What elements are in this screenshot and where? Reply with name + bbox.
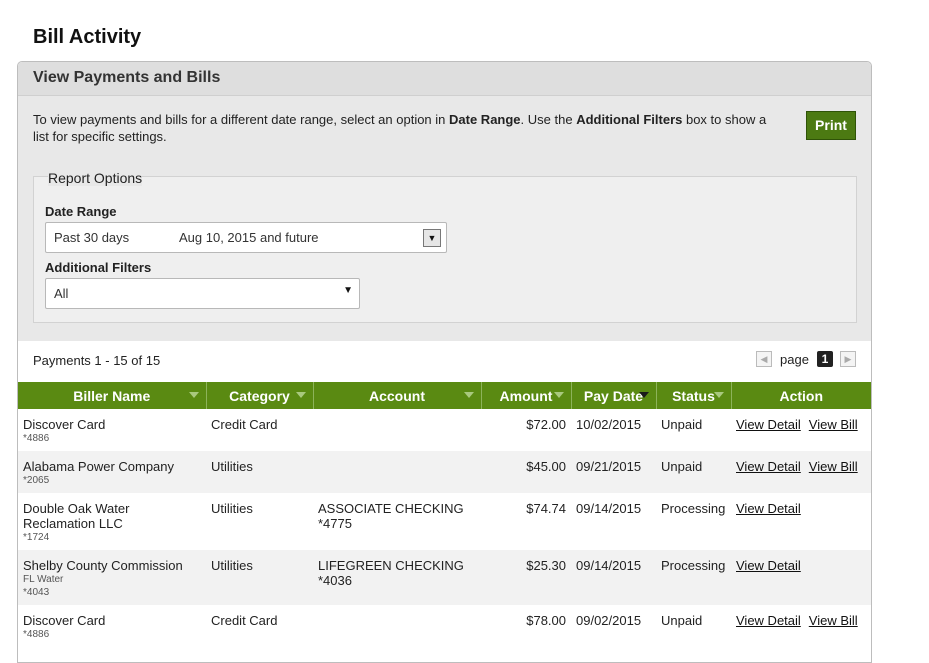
header-label: Biller Name xyxy=(73,387,151,404)
status: Unpaid xyxy=(661,459,703,474)
pager: ◀ page 1 ▶ xyxy=(756,351,856,368)
view-bill-link[interactable]: View Bill xyxy=(809,613,858,628)
table-header-row: Biller Name Category Account Amount Pay … xyxy=(18,382,871,409)
table-row: Discover Card *4886 Credit Card $72.00 10… xyxy=(18,409,871,451)
intro-date-range: Date Range xyxy=(449,112,521,127)
column-header-pay-date[interactable]: Pay Date xyxy=(571,382,657,409)
next-page-icon[interactable]: ▶ xyxy=(840,351,856,367)
page-title: Bill Activity xyxy=(33,26,142,48)
account-number: *4775 xyxy=(318,516,352,531)
column-header-amount[interactable]: Amount xyxy=(481,382,572,409)
view-detail-link[interactable]: View Detail xyxy=(736,613,801,628)
amount: $74.74 xyxy=(526,501,566,516)
column-header-action: Action xyxy=(731,382,871,409)
account-number: *4036 xyxy=(318,573,352,588)
status: Unpaid xyxy=(661,613,703,628)
view-bill-link[interactable]: View Bill xyxy=(809,459,858,474)
view-detail-link[interactable]: View Detail xyxy=(736,501,801,516)
category: Credit Card xyxy=(211,417,278,432)
table-row: Discover Card *4886 Credit Card $78.00 09… xyxy=(18,605,871,647)
date-range-select[interactable]: Past 30 days Aug 10, 2015 and future ▼ xyxy=(45,222,447,253)
category: Utilities xyxy=(211,459,253,474)
filters-select[interactable]: All ▼ xyxy=(45,278,360,309)
sort-icon xyxy=(463,392,474,398)
report-options-legend: Report Options xyxy=(48,170,143,186)
filters-label: Additional Filters xyxy=(45,260,152,275)
panel-header: View Payments and Bills xyxy=(18,62,871,96)
pay-date: 09/14/2015 xyxy=(576,558,642,573)
biller-name: Shelby County Commission xyxy=(23,558,183,573)
amount: $78.00 xyxy=(526,613,566,628)
column-header-status[interactable]: Status xyxy=(656,382,732,409)
biller-name: Double Oak Water Reclamation LLC xyxy=(23,501,130,531)
pay-date: 09/21/2015 xyxy=(576,459,642,474)
account-name: ASSOCIATE CHECKING xyxy=(318,501,464,516)
status: Processing xyxy=(661,558,726,573)
date-range-label: Date Range xyxy=(45,204,117,219)
intro-part1: To view payments and bills for a differe… xyxy=(33,112,450,127)
current-page: 1 xyxy=(817,351,833,367)
report-options: Report Options Date Range Past 30 days A… xyxy=(33,170,857,323)
category: Utilities xyxy=(211,558,253,573)
biller-name: Discover Card xyxy=(23,417,106,432)
category: Utilities xyxy=(211,501,253,516)
results-count: Payments 1 - 15 of 15 xyxy=(33,353,161,368)
header-label: Pay Date xyxy=(583,387,644,404)
date-range-value: Past 30 days xyxy=(54,230,130,245)
intro-additional-filters: Additional Filters xyxy=(576,112,683,127)
biller-account-number: *1724 xyxy=(23,532,50,543)
biller-account-number: *2065 xyxy=(23,475,50,486)
payments-panel: View Payments and Bills To view payments… xyxy=(17,61,872,663)
biller-name: Discover Card xyxy=(23,613,106,628)
previous-page-icon[interactable]: ◀ xyxy=(756,351,772,367)
status: Processing xyxy=(661,501,726,516)
chevron-down-icon[interactable]: ▼ xyxy=(423,229,441,247)
status: Unpaid xyxy=(661,417,703,432)
sort-icon xyxy=(713,392,724,398)
panel-body: To view payments and bills for a differe… xyxy=(18,96,871,341)
view-detail-link[interactable]: View Detail xyxy=(736,558,801,573)
account-name: LIFEGREEN CHECKING xyxy=(318,558,464,573)
header-label: Account xyxy=(369,387,425,404)
chevron-down-icon: ▼ xyxy=(343,285,353,296)
view-detail-link[interactable]: View Detail xyxy=(736,417,801,432)
date-range-detail: Aug 10, 2015 and future xyxy=(179,230,319,245)
table-row: Alabama Power Company *2065 Utilities $45… xyxy=(18,451,871,493)
pay-date: 09/02/2015 xyxy=(576,613,642,628)
intro-part2: . Use the xyxy=(520,112,577,127)
biller-account-number: *4886 xyxy=(23,433,50,444)
page-label: page xyxy=(780,352,809,367)
view-bill-link[interactable]: View Bill xyxy=(809,417,858,432)
pay-date: 09/14/2015 xyxy=(576,501,642,516)
header-label: Action xyxy=(779,387,824,404)
category: Credit Card xyxy=(211,613,278,628)
table-row: Double Oak Water Reclamation LLC *1724 Ut… xyxy=(18,493,871,550)
filters-value: All xyxy=(54,286,69,301)
print-button[interactable]: Print xyxy=(806,111,856,140)
payments-table: Biller Name Category Account Amount Pay … xyxy=(18,382,871,647)
view-detail-link[interactable]: View Detail xyxy=(736,459,801,474)
biller-account-number: *4043 xyxy=(23,587,50,598)
biller-name: Alabama Power Company xyxy=(23,459,175,474)
sort-icon xyxy=(295,392,306,398)
intro-text: To view payments and bills for a differe… xyxy=(33,111,773,145)
summary-row: Payments 1 - 15 of 15 ◀ page 1 ▶ xyxy=(18,341,871,382)
sort-icon xyxy=(638,392,649,398)
sort-icon xyxy=(553,392,564,398)
pay-date: 10/02/2015 xyxy=(576,417,642,432)
biller-note: FL Water xyxy=(23,574,64,585)
biller-account-number: *4886 xyxy=(23,629,50,640)
header-label: Amount xyxy=(499,387,553,404)
column-header-biller[interactable]: Biller Name xyxy=(18,382,207,409)
amount: $25.30 xyxy=(526,558,566,573)
header-label: Category xyxy=(229,387,290,404)
sort-icon xyxy=(188,392,199,398)
table-row: Shelby County Commission FL Water *4043 Ut… xyxy=(18,550,871,605)
amount: $45.00 xyxy=(526,459,566,474)
header-label: Status xyxy=(672,387,715,404)
column-header-account[interactable]: Account xyxy=(313,382,482,409)
column-header-category[interactable]: Category xyxy=(206,382,314,409)
amount: $72.00 xyxy=(526,417,566,432)
